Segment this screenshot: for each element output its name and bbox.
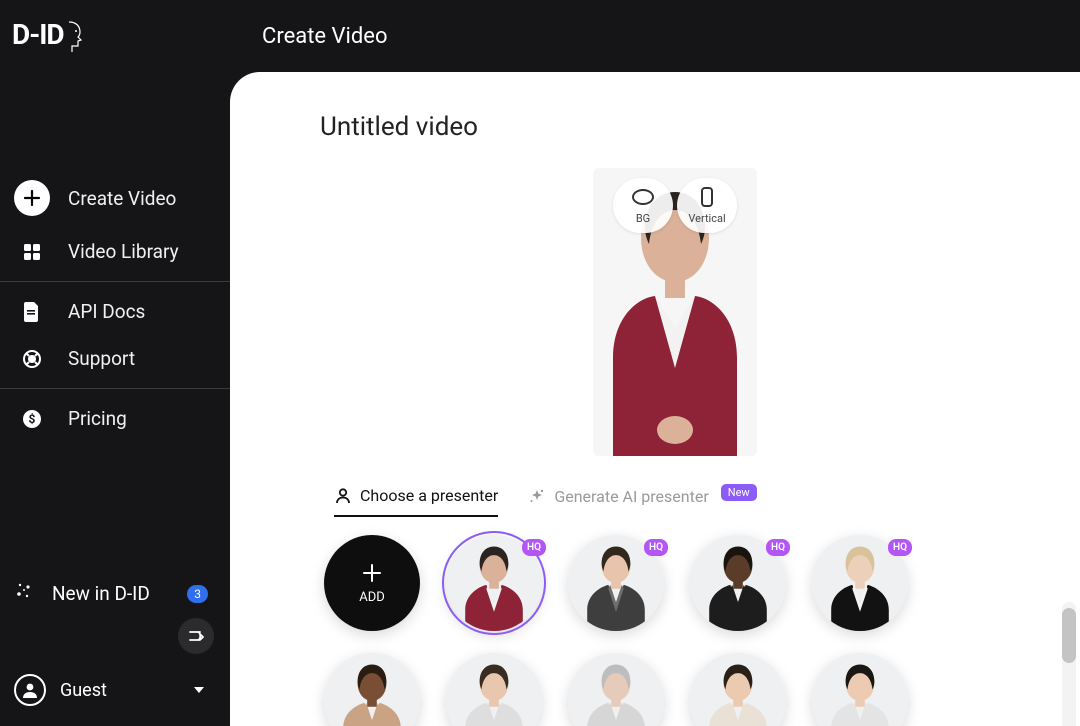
sidebar-item-api-docs[interactable]: API Docs bbox=[0, 288, 230, 335]
avatar-icon bbox=[14, 674, 46, 706]
presenter-tile[interactable] bbox=[812, 653, 908, 726]
doc-icon bbox=[14, 302, 50, 322]
orientation-toggle[interactable]: Vertical bbox=[677, 178, 737, 233]
sidebar-item-label: Video Library bbox=[68, 240, 179, 263]
presenter-tile[interactable] bbox=[568, 653, 664, 726]
sidebar-item-support[interactable]: Support bbox=[0, 335, 230, 382]
sidebar: D-ID Create Video bbox=[0, 0, 230, 726]
user-menu[interactable]: Guest bbox=[0, 664, 230, 716]
page-title: Create Video bbox=[262, 24, 388, 49]
divider bbox=[0, 281, 230, 282]
sidebar-item-label: API Docs bbox=[68, 300, 145, 323]
lifebuoy-icon bbox=[14, 349, 50, 369]
sidebar-item-pricing[interactable]: $ Pricing bbox=[0, 395, 230, 442]
user-name: Guest bbox=[60, 680, 107, 701]
sidebar-item-label: Create Video bbox=[68, 187, 176, 210]
presenter-tile[interactable]: HQ bbox=[446, 535, 542, 631]
svg-text:$: $ bbox=[29, 412, 36, 426]
collapse-sidebar-button[interactable] bbox=[178, 618, 214, 654]
tab-choose-presenter[interactable]: Choose a presenter bbox=[334, 486, 498, 517]
sidebar-item-label: Support bbox=[68, 347, 135, 370]
tab-label: Generate AI presenter bbox=[554, 487, 708, 506]
person-icon bbox=[334, 487, 352, 505]
new-in-count-badge: 3 bbox=[187, 585, 208, 603]
brand-text: D-ID bbox=[12, 18, 64, 51]
dollar-icon: $ bbox=[14, 409, 50, 429]
hq-badge: HQ bbox=[888, 539, 912, 556]
new-in-label: New in D-ID bbox=[52, 582, 150, 605]
new-badge: New bbox=[721, 484, 757, 501]
grid-icon bbox=[14, 243, 50, 261]
tab-generate-presenter[interactable]: Generate AI presenter New bbox=[528, 486, 756, 517]
hq-badge: HQ bbox=[766, 539, 790, 556]
video-title-input[interactable]: Untitled video bbox=[320, 112, 1030, 142]
sidebar-item-label: Pricing bbox=[68, 407, 127, 430]
hq-badge: HQ bbox=[522, 539, 546, 556]
vertical-shape-icon bbox=[696, 186, 718, 208]
plus-icon bbox=[361, 562, 383, 584]
bg-label: BG bbox=[636, 212, 650, 225]
sparkle-icon bbox=[14, 581, 34, 606]
presenter-tile[interactable] bbox=[324, 653, 420, 726]
presenter-tile[interactable]: HQ bbox=[812, 535, 908, 631]
plus-icon bbox=[14, 180, 50, 216]
sparkle-icon bbox=[528, 488, 546, 506]
hq-badge: HQ bbox=[644, 539, 668, 556]
bg-shape-icon bbox=[632, 186, 654, 208]
video-preview: BG Vertical bbox=[593, 168, 757, 456]
background-toggle[interactable]: BG bbox=[613, 178, 673, 233]
presenter-tile[interactable]: HQ bbox=[568, 535, 664, 631]
presenter-list: ADD HQ HQ HQ HQ bbox=[320, 535, 1030, 726]
brand-logo: D-ID bbox=[0, 18, 230, 58]
sidebar-item-create-video[interactable]: Create Video bbox=[0, 168, 230, 228]
presenter-tile[interactable] bbox=[690, 653, 786, 726]
sidebar-item-new-in[interactable]: New in D-ID 3 bbox=[0, 569, 230, 618]
scrollbar-thumb[interactable] bbox=[1062, 608, 1076, 663]
vertical-label: Vertical bbox=[688, 212, 725, 225]
topbar: Create Video bbox=[230, 0, 1080, 72]
tab-label: Choose a presenter bbox=[360, 486, 498, 505]
collapse-icon bbox=[188, 629, 204, 643]
logo-head-icon bbox=[66, 20, 84, 58]
add-label: ADD bbox=[359, 590, 385, 605]
add-presenter-button[interactable]: ADD bbox=[324, 535, 420, 631]
sidebar-item-video-library[interactable]: Video Library bbox=[0, 228, 230, 275]
presenter-tile[interactable] bbox=[446, 653, 542, 726]
presenter-tile[interactable]: HQ bbox=[690, 535, 786, 631]
scrollbar[interactable] bbox=[1062, 602, 1076, 726]
chevron-down-icon bbox=[194, 687, 204, 693]
divider bbox=[0, 388, 230, 389]
editor-canvas: Untitled video bbox=[230, 72, 1080, 726]
